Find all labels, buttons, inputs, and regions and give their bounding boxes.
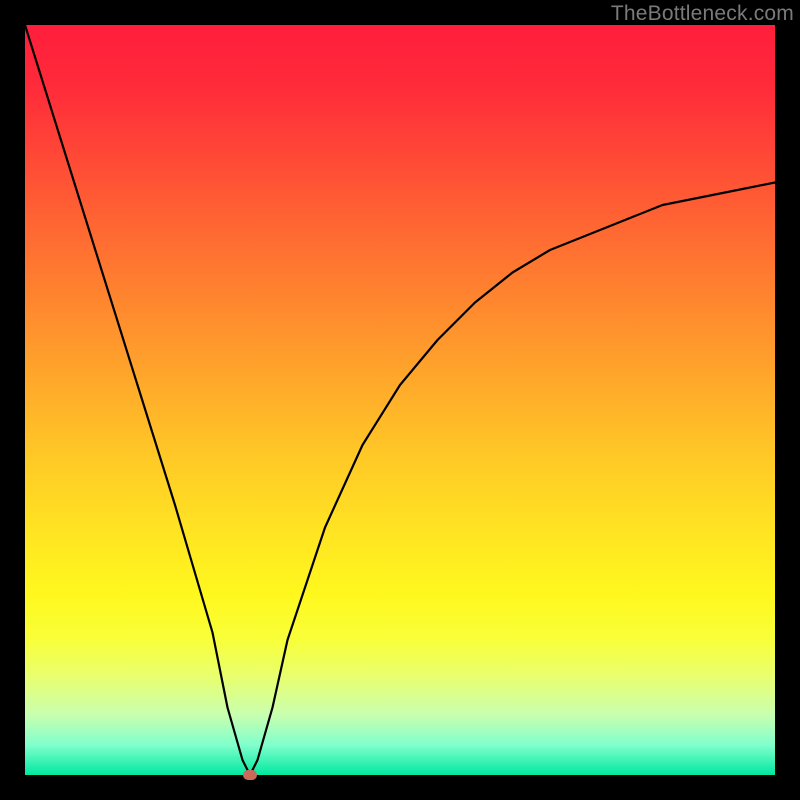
chart-frame: TheBottleneck.com bbox=[0, 0, 800, 800]
watermark-text: TheBottleneck.com bbox=[611, 2, 794, 26]
optimum-marker bbox=[243, 770, 257, 780]
plot-area bbox=[25, 25, 775, 775]
bottleneck-curve bbox=[25, 25, 775, 775]
curve-layer bbox=[25, 25, 775, 775]
